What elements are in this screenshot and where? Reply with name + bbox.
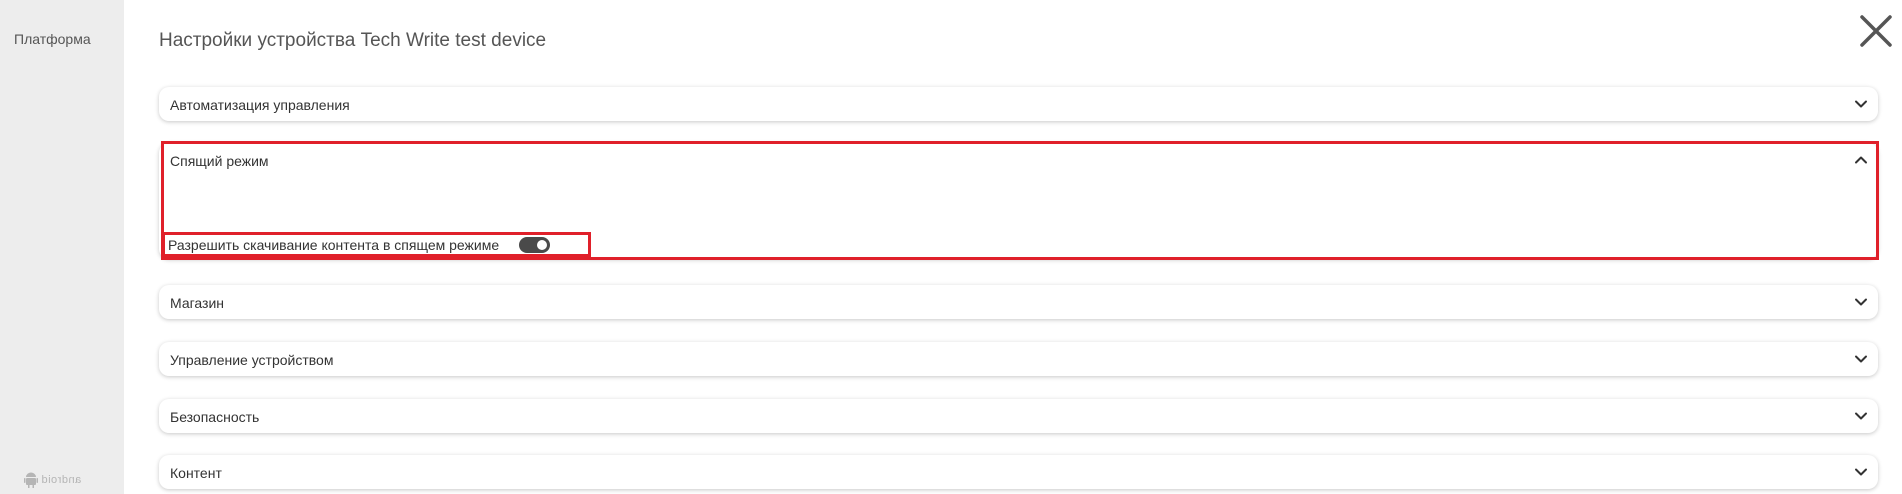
sidebar: Платформа android bbox=[0, 0, 124, 494]
section-security: Безопасность bbox=[159, 399, 1878, 433]
android-wordmark: android bbox=[41, 474, 82, 486]
section-title: Контент bbox=[170, 465, 222, 481]
section-title: Безопасность bbox=[170, 409, 260, 425]
sidebar-item-platform[interactable]: Платформа bbox=[14, 31, 91, 47]
section-header-content[interactable]: Контент bbox=[159, 455, 1878, 489]
section-content: Контент bbox=[159, 455, 1878, 489]
chevron-down-icon[interactable] bbox=[1854, 352, 1868, 366]
section-title: Спящий режим bbox=[170, 153, 269, 169]
toggle-knob bbox=[537, 240, 548, 250]
section-header-automation[interactable]: Автоматизация управления bbox=[159, 87, 1878, 121]
close-button[interactable] bbox=[1858, 13, 1894, 49]
sleep-download-toggle[interactable] bbox=[519, 237, 551, 253]
section-header-security[interactable]: Безопасность bbox=[159, 399, 1878, 433]
chevron-down-icon[interactable] bbox=[1854, 409, 1868, 423]
chevron-down-icon[interactable] bbox=[1854, 97, 1868, 111]
chevron-down-icon[interactable] bbox=[1854, 295, 1868, 309]
close-icon bbox=[1860, 15, 1892, 47]
toggle-label: Разрешить скачивание контента в спящем р… bbox=[168, 237, 500, 253]
sleep-download-setting: Разрешить скачивание контента в спящем р… bbox=[168, 236, 551, 254]
section-device-management: Управление устройством bbox=[159, 342, 1878, 376]
section-title: Управление устройством bbox=[170, 352, 334, 368]
section-header-store[interactable]: Магазин bbox=[159, 285, 1878, 319]
chevron-up-icon[interactable] bbox=[1854, 153, 1868, 167]
section-header-sleep-mode[interactable]: Спящий режим bbox=[159, 143, 1878, 177]
android-logo: android bbox=[24, 472, 81, 488]
chevron-down-icon[interactable] bbox=[1854, 465, 1868, 479]
android-icon bbox=[24, 472, 38, 488]
section-title: Автоматизация управления bbox=[170, 97, 350, 113]
section-automation: Автоматизация управления bbox=[159, 87, 1878, 121]
section-header-device-management[interactable]: Управление устройством bbox=[159, 342, 1878, 376]
section-title: Магазин bbox=[170, 295, 225, 311]
page-title: Настройки устройства Tech Write test dev… bbox=[159, 30, 547, 51]
section-store: Магазин bbox=[159, 285, 1878, 319]
